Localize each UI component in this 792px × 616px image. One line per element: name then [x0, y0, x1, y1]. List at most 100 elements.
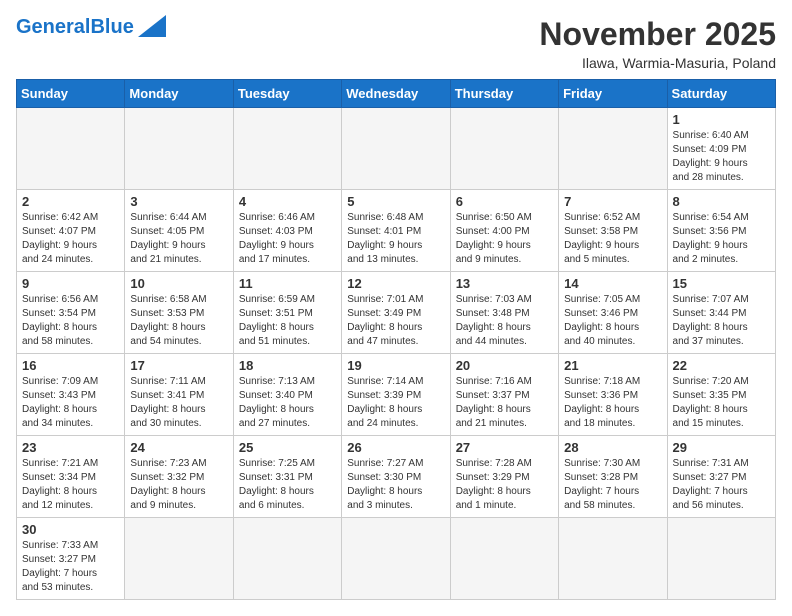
day-info: Sunrise: 6:52 AM Sunset: 3:58 PM Dayligh…: [564, 211, 661, 267]
day-info: Sunrise: 7:09 AM Sunset: 3:43 PM Dayligh…: [22, 375, 119, 431]
day-info: Sunrise: 6:50 AM Sunset: 4:00 PM Dayligh…: [456, 211, 553, 267]
table-row: [233, 518, 341, 600]
month-title: November 2025: [539, 16, 776, 53]
day-info: Sunrise: 7:13 AM Sunset: 3:40 PM Dayligh…: [239, 375, 336, 431]
logo-blue: Blue: [90, 16, 133, 38]
day-number: 25: [239, 440, 336, 455]
table-row: 12 Sunrise: 7:01 AM Sunset: 3:49 PM Dayli…: [342, 272, 450, 354]
day-number: 2: [22, 194, 119, 209]
day-number: 7: [564, 194, 661, 209]
logo: GeneralBlue: [16, 16, 166, 38]
table-row: 6Sunrise: 6:50 AM Sunset: 4:00 PM Daylig…: [450, 190, 558, 272]
day-number: 19: [347, 358, 444, 373]
table-row: 15 Sunrise: 7:07 AM Sunset: 3:44 PM Dayli…: [667, 272, 775, 354]
table-row: 20 Sunrise: 7:16 AM Sunset: 3:37 PM Dayli…: [450, 354, 558, 436]
table-row: 24Sunrise: 7:23 AM Sunset: 3:32 PM Dayli…: [125, 436, 233, 518]
day-info: Sunrise: 7:25 AM Sunset: 3:31 PM Dayligh…: [239, 457, 336, 513]
table-row: 2 Sunrise: 6:42 AM Sunset: 4:07 PM Daylig…: [17, 190, 125, 272]
day-number: 17: [130, 358, 227, 373]
table-row: [450, 518, 558, 600]
table-row: 5Sunrise: 6:48 AM Sunset: 4:01 PM Daylig…: [342, 190, 450, 272]
day-number: 18: [239, 358, 336, 373]
day-number: 21: [564, 358, 661, 373]
day-number: 9: [22, 276, 119, 291]
day-number: 22: [673, 358, 770, 373]
calendar-week-row: 16 Sunrise: 7:09 AM Sunset: 3:43 PM Dayli…: [17, 354, 776, 436]
day-info: Sunrise: 7:28 AM Sunset: 3:29 PM Dayligh…: [456, 457, 553, 513]
day-info: Sunrise: 6:42 AM Sunset: 4:07 PM Dayligh…: [22, 211, 119, 267]
day-info: Sunrise: 6:54 AM Sunset: 3:56 PM Dayligh…: [673, 211, 770, 267]
table-row: 14 Sunrise: 7:05 AM Sunset: 3:46 PM Dayli…: [559, 272, 667, 354]
table-row: 4Sunrise: 6:46 AM Sunset: 4:03 PM Daylig…: [233, 190, 341, 272]
day-info: Sunrise: 7:16 AM Sunset: 3:37 PM Dayligh…: [456, 375, 553, 431]
day-info: Sunrise: 7:27 AM Sunset: 3:30 PM Dayligh…: [347, 457, 444, 513]
day-number: 30: [22, 522, 119, 537]
table-row: [233, 108, 341, 190]
calendar-week-row: 23Sunrise: 7:21 AM Sunset: 3:34 PM Dayli…: [17, 436, 776, 518]
day-info: Sunrise: 6:58 AM Sunset: 3:53 PM Dayligh…: [130, 293, 227, 349]
table-row: 13Sunrise: 7:03 AM Sunset: 3:48 PM Dayli…: [450, 272, 558, 354]
logo-triangle-icon: [138, 15, 166, 37]
table-row: [559, 108, 667, 190]
calendar-week-row: 2 Sunrise: 6:42 AM Sunset: 4:07 PM Daylig…: [17, 190, 776, 272]
day-number: 3: [130, 194, 227, 209]
day-info: Sunrise: 7:33 AM Sunset: 3:27 PM Dayligh…: [22, 539, 119, 595]
day-number: 11: [239, 276, 336, 291]
table-row: 23Sunrise: 7:21 AM Sunset: 3:34 PM Dayli…: [17, 436, 125, 518]
table-row: [17, 108, 125, 190]
day-number: 29: [673, 440, 770, 455]
title-block: November 2025 Ilawa, Warmia-Masuria, Pol…: [539, 16, 776, 71]
calendar-header-row: Sunday Monday Tuesday Wednesday Thursday…: [17, 80, 776, 108]
table-row: 10 Sunrise: 6:58 AM Sunset: 3:53 PM Dayli…: [125, 272, 233, 354]
calendar-week-row: 1Sunrise: 6:40 AM Sunset: 4:09 PM Daylig…: [17, 108, 776, 190]
table-row: [342, 108, 450, 190]
day-number: 13: [456, 276, 553, 291]
table-row: 1Sunrise: 6:40 AM Sunset: 4:09 PM Daylig…: [667, 108, 775, 190]
table-row: 18 Sunrise: 7:13 AM Sunset: 3:40 PM Dayli…: [233, 354, 341, 436]
day-info: Sunrise: 7:14 AM Sunset: 3:39 PM Dayligh…: [347, 375, 444, 431]
day-number: 10: [130, 276, 227, 291]
day-info: Sunrise: 7:11 AM Sunset: 3:41 PM Dayligh…: [130, 375, 227, 431]
table-row: [667, 518, 775, 600]
day-info: Sunrise: 6:44 AM Sunset: 4:05 PM Dayligh…: [130, 211, 227, 267]
table-row: 26 Sunrise: 7:27 AM Sunset: 3:30 PM Dayli…: [342, 436, 450, 518]
day-number: 26: [347, 440, 444, 455]
day-number: 5: [347, 194, 444, 209]
day-info: Sunrise: 7:31 AM Sunset: 3:27 PM Dayligh…: [673, 457, 770, 513]
day-number: 15: [673, 276, 770, 291]
day-info: Sunrise: 7:07 AM Sunset: 3:44 PM Dayligh…: [673, 293, 770, 349]
day-number: 12: [347, 276, 444, 291]
day-number: 14: [564, 276, 661, 291]
day-info: Sunrise: 6:46 AM Sunset: 4:03 PM Dayligh…: [239, 211, 336, 267]
table-row: [559, 518, 667, 600]
table-row: 27 Sunrise: 7:28 AM Sunset: 3:29 PM Dayli…: [450, 436, 558, 518]
day-number: 27: [456, 440, 553, 455]
table-row: 7 Sunrise: 6:52 AM Sunset: 3:58 PM Daylig…: [559, 190, 667, 272]
col-thursday: Thursday: [450, 80, 558, 108]
location-subtitle: Ilawa, Warmia-Masuria, Poland: [539, 55, 776, 71]
day-info: Sunrise: 6:40 AM Sunset: 4:09 PM Dayligh…: [673, 129, 770, 185]
col-friday: Friday: [559, 80, 667, 108]
day-info: Sunrise: 7:01 AM Sunset: 3:49 PM Dayligh…: [347, 293, 444, 349]
table-row: 3 Sunrise: 6:44 AM Sunset: 4:05 PM Daylig…: [125, 190, 233, 272]
day-info: Sunrise: 7:20 AM Sunset: 3:35 PM Dayligh…: [673, 375, 770, 431]
calendar-week-row: 9Sunrise: 6:56 AM Sunset: 3:54 PM Daylig…: [17, 272, 776, 354]
table-row: 16 Sunrise: 7:09 AM Sunset: 3:43 PM Dayli…: [17, 354, 125, 436]
day-info: Sunrise: 7:05 AM Sunset: 3:46 PM Dayligh…: [564, 293, 661, 349]
day-info: Sunrise: 6:59 AM Sunset: 3:51 PM Dayligh…: [239, 293, 336, 349]
logo-general: General: [16, 16, 90, 38]
day-number: 24: [130, 440, 227, 455]
col-monday: Monday: [125, 80, 233, 108]
day-number: 8: [673, 194, 770, 209]
table-row: [450, 108, 558, 190]
table-row: 30 Sunrise: 7:33 AM Sunset: 3:27 PM Dayli…: [17, 518, 125, 600]
table-row: 29 Sunrise: 7:31 AM Sunset: 3:27 PM Dayli…: [667, 436, 775, 518]
table-row: 17 Sunrise: 7:11 AM Sunset: 3:41 PM Dayli…: [125, 354, 233, 436]
page-header: GeneralBlue November 2025 Ilawa, Warmia-…: [16, 16, 776, 71]
day-info: Sunrise: 7:21 AM Sunset: 3:34 PM Dayligh…: [22, 457, 119, 513]
col-saturday: Saturday: [667, 80, 775, 108]
day-number: 28: [564, 440, 661, 455]
day-number: 20: [456, 358, 553, 373]
day-number: 16: [22, 358, 119, 373]
table-row: 9Sunrise: 6:56 AM Sunset: 3:54 PM Daylig…: [17, 272, 125, 354]
